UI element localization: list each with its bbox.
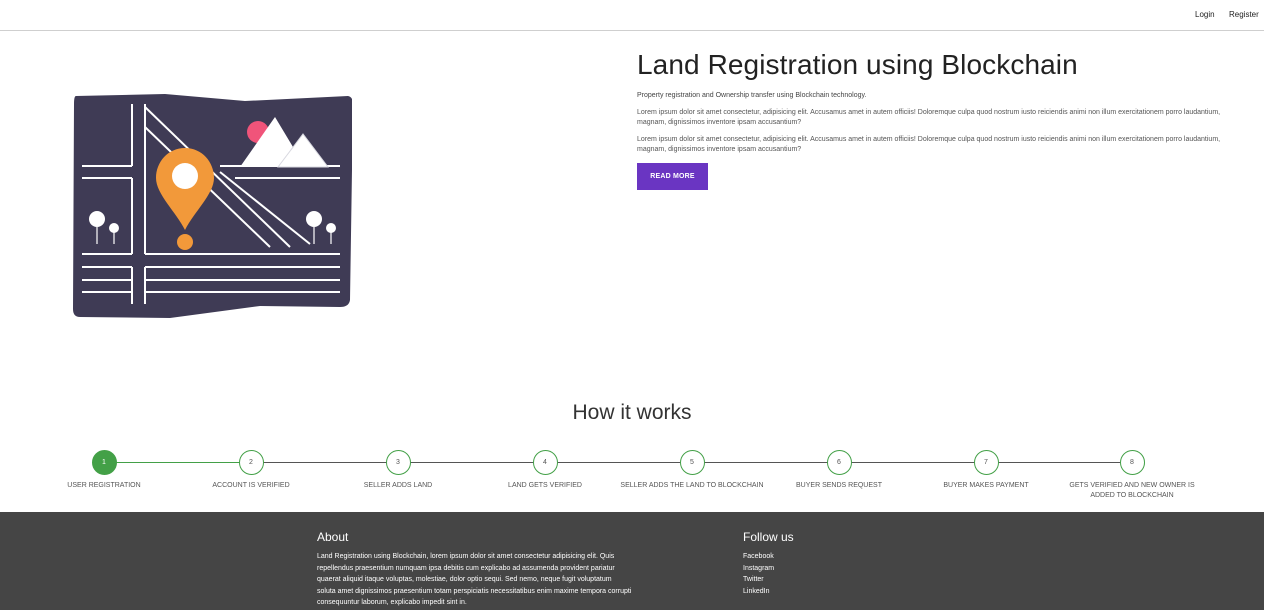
footer: About Land Registration using Blockchain… (0, 512, 1264, 610)
hero-title: Land Registration using Blockchain (637, 49, 1078, 80)
hero-subtitle: Property registration and Ownership tran… (637, 92, 867, 99)
step-item: 4 LAND GETS VERIFIED (470, 450, 620, 491)
step-label: LAND GETS VERIFIED (508, 482, 582, 489)
step-circle: 3 (385, 450, 411, 475)
social-link-twitter[interactable]: Twitter (743, 574, 774, 586)
follow-us-heading: Follow us (743, 530, 794, 544)
nav-register-link[interactable]: Register (1229, 10, 1259, 19)
step-circle: 4 (532, 450, 558, 475)
social-links: Facebook Instagram Twitter LinkedIn (743, 551, 774, 597)
nav-login-link[interactable]: Login (1195, 10, 1215, 19)
hero-paragraph: Lorem ipsum dolor sit amet consectetur, … (637, 109, 1221, 126)
step-circle: 1 (91, 450, 117, 475)
social-link-linkedin[interactable]: LinkedIn (743, 586, 774, 598)
top-navbar: Login Register (0, 0, 1264, 31)
step-item: 3 SELLER ADDS LAND (323, 450, 473, 491)
step-label: ACCOUNT IS VERIFIED (212, 482, 290, 489)
step-label: USER REGISTRATION (67, 482, 141, 489)
about-text: Land Registration using Blockchain, lore… (317, 553, 632, 606)
steps-progress: 1 USER REGISTRATION 2 ACCOUNT IS VERIFIE… (0, 450, 1264, 510)
step-label: BUYER MAKES PAYMENT (943, 482, 1029, 489)
social-link-instagram[interactable]: Instagram (743, 563, 774, 575)
step-label: SELLER ADDS LAND (363, 482, 433, 489)
map-pin-illustration (73, 94, 352, 318)
step-item: 8 GETS VERIFIED AND NEW OWNER IS ADDED T… (1057, 450, 1207, 501)
hero-paragraph: Lorem ipsum dolor sit amet consectetur, … (637, 136, 1221, 153)
about-heading: About (317, 530, 349, 544)
step-label: GETS VERIFIED AND NEW OWNER IS ADDED TO … (1069, 482, 1195, 499)
step-item: 5 SELLER ADDS THE LAND TO BLOCKCHAIN (617, 450, 767, 491)
read-more-button[interactable]: READ MORE (637, 163, 708, 190)
step-item: 1 USER REGISTRATION (29, 450, 179, 491)
step-circle: 2 (238, 450, 264, 475)
step-label: SELLER ADDS THE LAND TO BLOCKCHAIN (620, 482, 764, 489)
step-label: BUYER SENDS REQUEST (796, 482, 882, 489)
step-circle: 6 (826, 450, 852, 475)
step-item: 6 BUYER SENDS REQUEST (764, 450, 914, 491)
step-circle: 8 (1119, 450, 1145, 475)
step-circle: 7 (973, 450, 999, 475)
how-it-works-title: How it works (572, 401, 692, 424)
step-item: 2 ACCOUNT IS VERIFIED (176, 450, 326, 491)
social-link-facebook[interactable]: Facebook (743, 551, 774, 563)
step-item: 7 BUYER MAKES PAYMENT (911, 450, 1061, 491)
step-circle: 5 (679, 450, 705, 475)
hero-section: Land Registration using Blockchain Prope… (637, 48, 1227, 190)
